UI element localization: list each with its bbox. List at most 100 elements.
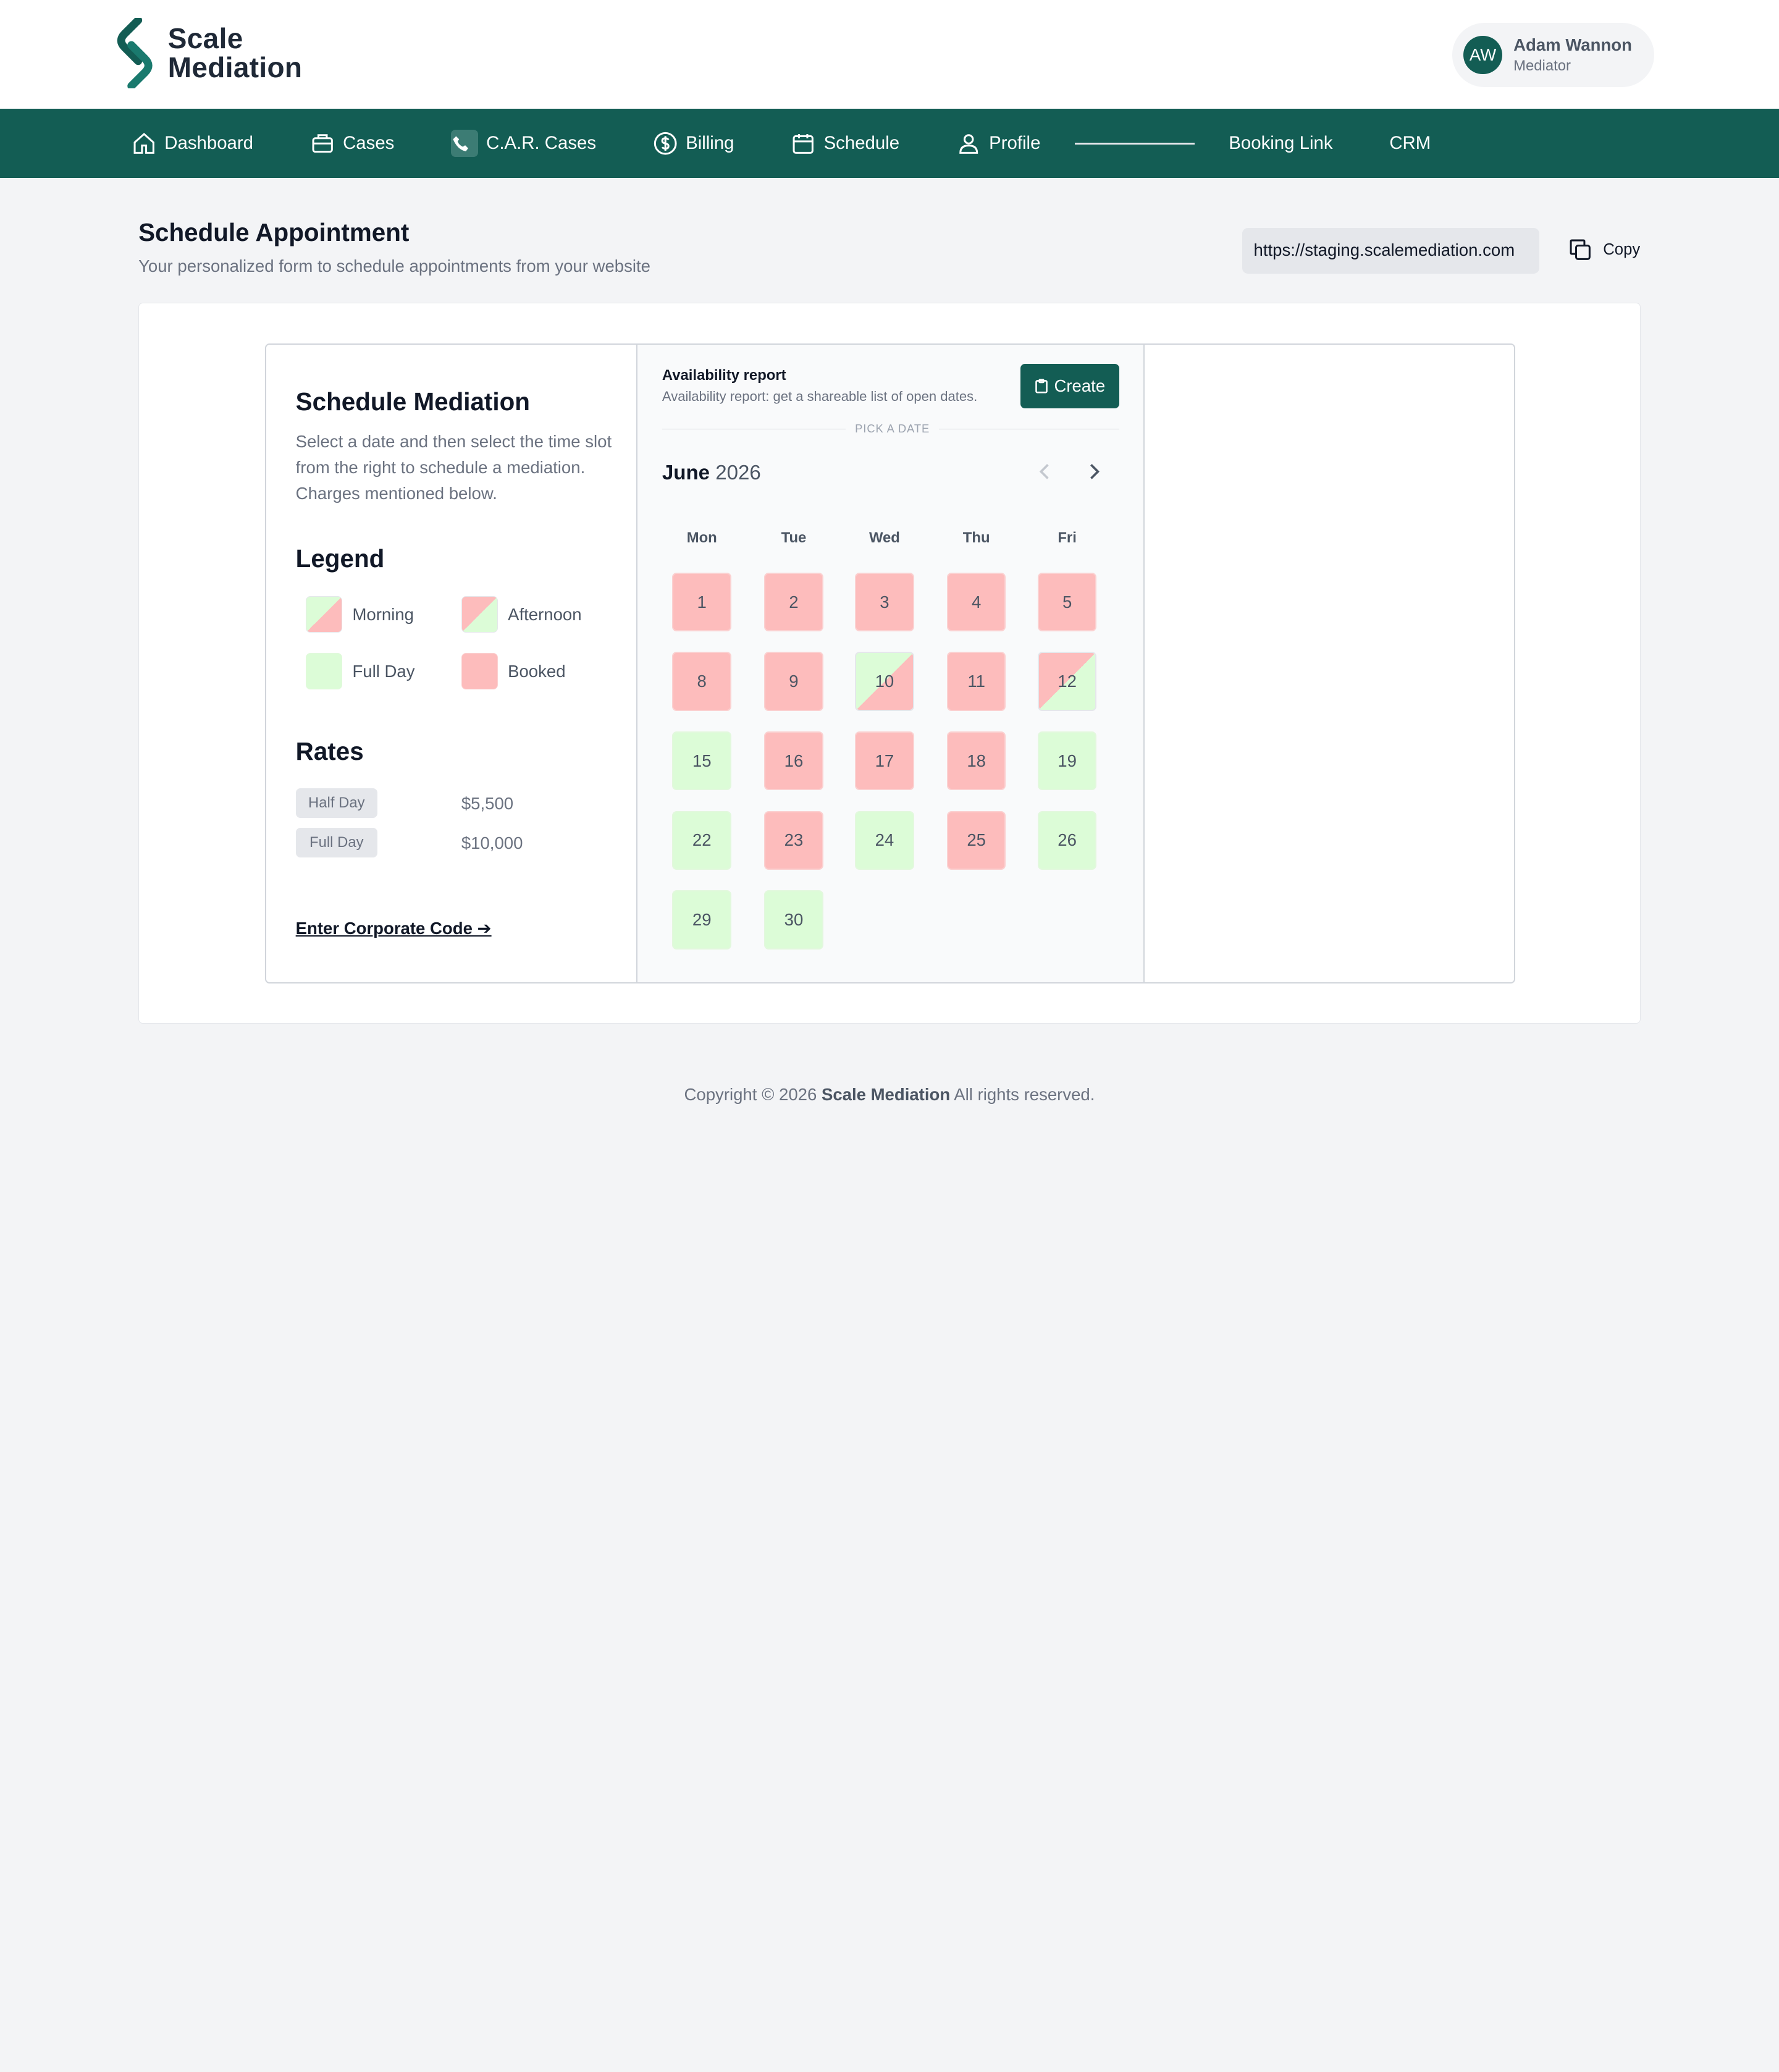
calendar-day-1[interactable]: 1 (672, 572, 731, 632)
nav-car-cases[interactable]: C.A.R. Cases (451, 130, 597, 158)
weekday-wed: Wed (868, 529, 900, 547)
copy-button[interactable]: Copy (1568, 237, 1640, 262)
footer-copyright: Copyright © 2026 (684, 1084, 817, 1104)
copy-button-label: Copy (1603, 240, 1641, 258)
phone-icon (451, 130, 479, 158)
footer-brand: Scale Mediation (821, 1084, 951, 1104)
calendar-day-9[interactable]: 9 (764, 652, 823, 711)
calendar-day-10[interactable]: 10 (855, 652, 914, 711)
legend-full-day-swatch (306, 653, 342, 690)
nav-car-cases-label: C.A.R. Cases (486, 133, 597, 154)
chevron-right-icon (1090, 464, 1100, 479)
page-title: Schedule Appointment (138, 217, 410, 246)
page: Scale Mediation AW Adam Wannon Mediator … (0, 0, 1779, 1128)
logo-icon (117, 18, 153, 89)
user-menu[interactable]: AW Adam Wannon Mediator (1452, 22, 1654, 88)
calendar-day-8[interactable]: 8 (672, 652, 731, 711)
prev-month-button[interactable] (1037, 460, 1053, 488)
nav-profile-label: Profile (989, 133, 1041, 154)
calendar-day-23[interactable]: 23 (764, 811, 823, 870)
clipboard-icon (1035, 379, 1048, 394)
nav-profile[interactable]: Profile (956, 131, 1041, 156)
availability-title: Availability report (662, 367, 786, 384)
page-subtitle: Your personalized form to schedule appoi… (138, 256, 650, 276)
legend-morning: Morning (306, 596, 414, 633)
nav-crm-label: CRM (1389, 133, 1431, 154)
legend-full-day-label: Full Day (352, 661, 415, 681)
calendar-day-16[interactable]: 16 (764, 731, 823, 791)
legend-booked-swatch (461, 653, 498, 690)
calendar-day-5[interactable]: 5 (1037, 572, 1097, 632)
nav-dashboard-label: Dashboard (164, 133, 254, 154)
schedule-description: Select a date and then select the time s… (295, 431, 612, 503)
calendar-day-22[interactable]: 22 (672, 811, 731, 870)
nav-crm[interactable]: CRM (1389, 133, 1431, 154)
nav-cases[interactable]: Cases (310, 131, 395, 156)
calendar-day-25[interactable]: 25 (946, 811, 1006, 870)
calendar-day-29[interactable]: 29 (672, 890, 731, 950)
nav-cases-label: Cases (343, 133, 395, 154)
user-name: Adam Wannon (1513, 35, 1632, 55)
weekday-mon: Mon (686, 529, 717, 547)
calendar-day-4[interactable]: 4 (946, 572, 1006, 632)
schedule-title: Schedule Mediation (295, 387, 530, 416)
nav-billing[interactable]: Billing (653, 131, 734, 156)
legend-afternoon: Afternoon (461, 596, 582, 633)
rate-half-day-value: $5,500 (461, 794, 514, 813)
footer-rights: All rights reserved. (954, 1084, 1095, 1104)
nav-schedule-label: Schedule (823, 133, 900, 154)
calendar-day-2[interactable]: 2 (764, 572, 823, 632)
month-label: June 2026 (662, 461, 761, 485)
availability-description: Availability report: get a shareable lis… (662, 389, 978, 405)
rate-full-day-value: $10,000 (461, 833, 523, 853)
user-role: Mediator (1513, 57, 1571, 74)
create-report-label: Create (1054, 376, 1106, 395)
calendar-day-11[interactable]: 11 (946, 652, 1006, 711)
logo-line1: Scale (167, 22, 243, 54)
calendar-day-17[interactable]: 17 (855, 731, 914, 791)
home-icon (133, 133, 154, 154)
dollar-icon (654, 132, 677, 155)
month-year: 2026 (715, 461, 761, 484)
weekday-fri: Fri (1058, 529, 1077, 547)
logo-line2: Mediation (167, 51, 303, 84)
calendar-day-15[interactable]: 15 (672, 731, 731, 791)
legend-morning-swatch (306, 596, 342, 633)
month-name: June (662, 461, 710, 484)
nav-billing-label: Billing (686, 133, 734, 154)
legend-booked: Booked (461, 653, 566, 690)
footer: Copyright © 2026 Scale Mediation All rig… (0, 1085, 1779, 1105)
nav-divider (1074, 142, 1195, 145)
calendar-day-19[interactable]: 19 (1037, 731, 1097, 791)
calendar-day-24[interactable]: 24 (855, 811, 914, 870)
next-month-button[interactable] (1087, 460, 1103, 488)
top-bar: Scale Mediation AW Adam Wannon Mediator (0, 0, 1779, 109)
legend-title: Legend (295, 544, 385, 573)
nav-dashboard[interactable]: Dashboard (132, 131, 253, 156)
briefcase-icon (312, 134, 333, 153)
calendar-day-12[interactable]: 12 (1037, 652, 1097, 711)
calendar-day-30[interactable]: 30 (764, 890, 823, 950)
info-pane: Schedule Mediation Select a date and the… (266, 344, 637, 982)
logo-text: Scale Mediation (167, 22, 303, 84)
calendar-day-3[interactable]: 3 (855, 572, 914, 632)
weekday-tue: Tue (781, 529, 807, 547)
logo[interactable]: Scale Mediation (116, 18, 303, 89)
calendar-day-26[interactable]: 26 (1037, 811, 1097, 870)
rate-full-day-label: Full Day (295, 828, 377, 857)
rates-title: Rates (295, 737, 364, 766)
create-report-button[interactable]: Create (1020, 363, 1120, 408)
nav-booking-link[interactable]: Booking Link (1229, 133, 1332, 154)
nav-booking-link-label: Booking Link (1229, 133, 1333, 154)
booking-url-field[interactable]: https://staging.scalemediation.com (1242, 228, 1540, 274)
main-nav: Dashboard Cases C.A.R. Cases Billing Sch… (0, 109, 1779, 179)
legend-morning-label: Morning (352, 604, 414, 624)
calendar-icon (793, 134, 814, 154)
nav-schedule[interactable]: Schedule (791, 131, 899, 156)
user-icon (959, 134, 978, 154)
booking-card: Schedule Mediation Select a date and the… (138, 303, 1641, 1024)
legend-afternoon-label: Afternoon (508, 604, 582, 624)
calendar-day-18[interactable]: 18 (946, 731, 1006, 791)
avatar: AW (1463, 35, 1502, 75)
corporate-code-link[interactable]: Enter Corporate Code ➔ (296, 919, 492, 938)
